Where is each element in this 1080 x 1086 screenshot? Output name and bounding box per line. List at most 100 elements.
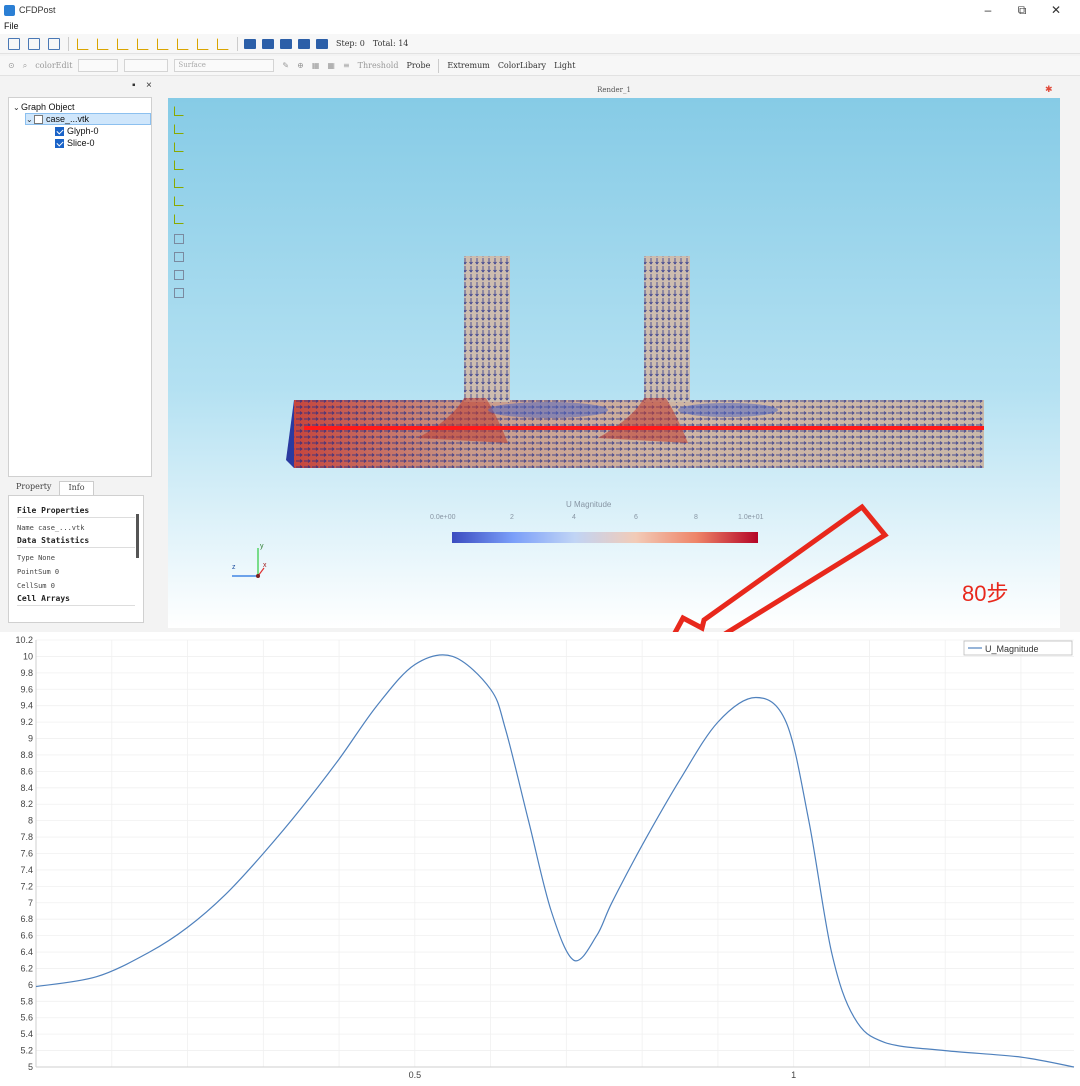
tree-item-file[interactable]: ⌄ case_...vtk <box>25 113 151 125</box>
clip-icon[interactable]: ✎ <box>282 61 289 70</box>
scalar-color-bar <box>452 532 758 543</box>
graph-object-tree: ⌄ Graph Object ⌄ case_...vtk Glyph-0 Sli… <box>8 97 152 477</box>
threshold-button[interactable]: Threshold <box>358 61 399 70</box>
axis-y-label: y <box>260 543 264 550</box>
y-tick-label: 7 <box>28 898 33 908</box>
cell-arrays-heading: Cell Arrays <box>17 594 135 606</box>
new-file-icon[interactable] <box>8 37 20 50</box>
total-label: Total: 14 <box>372 39 409 48</box>
info-cellsum: CellSum 0 <box>17 582 55 590</box>
y-tick-label: 6.6 <box>20 931 33 941</box>
y-tick-label: 7.8 <box>20 832 33 842</box>
save-file-icon[interactable] <box>48 37 60 50</box>
probe-button[interactable]: Probe <box>406 61 430 70</box>
menu-file[interactable]: File <box>4 21 19 31</box>
glyph-visibility-checkbox[interactable] <box>55 126 64 136</box>
color-edit-label: colorEdit <box>35 61 73 70</box>
y-tick-label: 8.6 <box>20 766 33 776</box>
reset-icon[interactable]: ⊙ <box>8 61 15 70</box>
color-library-button[interactable]: ColorLibary <box>498 61 546 70</box>
last-step-icon[interactable] <box>316 38 328 49</box>
y-tick-label: 8.4 <box>20 783 33 793</box>
y-tick-label: 10 <box>23 651 33 661</box>
view-back-icon[interactable] <box>197 37 209 50</box>
stream-icon[interactable]: ≡ <box>343 61 350 70</box>
y-tick-label: 6.4 <box>20 947 33 957</box>
step-annotation: 80步 <box>962 581 1009 606</box>
y-tick-label: 7.2 <box>20 881 33 891</box>
scalar-bar-label: 2 <box>510 514 514 521</box>
close-button[interactable]: ✕ <box>1042 2 1070 18</box>
main-toolbar: Step: 0 Total: 14 <box>0 34 1080 54</box>
file-properties-heading: File Properties <box>17 506 135 518</box>
play-icon[interactable] <box>280 38 292 49</box>
search-icon[interactable]: ⌕ <box>23 61 27 71</box>
view-yz-icon[interactable] <box>117 37 129 50</box>
file-visibility-checkbox[interactable] <box>34 114 43 124</box>
tab-info[interactable]: Info <box>59 481 94 495</box>
representation-select[interactable]: Surface <box>174 59 275 72</box>
y-tick-label: 7.6 <box>20 849 33 859</box>
scalar-bar-title: U Magnitude <box>566 500 612 509</box>
view-xy-icon[interactable] <box>97 37 109 50</box>
first-step-icon[interactable] <box>244 38 256 49</box>
window-title: CFDPost <box>19 5 56 15</box>
extremum-button[interactable]: Extremum <box>447 61 489 70</box>
component-select[interactable] <box>124 59 169 72</box>
view-xz-icon[interactable] <box>137 37 149 50</box>
scalar-bar-label: 4 <box>572 514 576 521</box>
y-tick-label: 9.8 <box>20 668 33 678</box>
menu-bar: File <box>0 20 1080 34</box>
y-tick-label: 6 <box>28 980 33 990</box>
data-statistics-heading: Data Statistics <box>17 536 135 548</box>
y-tick-label: 9.2 <box>20 717 33 727</box>
axis-x-label: x <box>263 562 267 569</box>
open-file-icon[interactable] <box>28 37 40 50</box>
tree-item-glyph[interactable]: Glyph-0 <box>55 125 99 137</box>
tree-root-label: Graph Object <box>21 102 75 112</box>
axes-triad <box>232 548 265 578</box>
chevron-down-icon[interactable]: ⌄ <box>13 103 21 112</box>
field-select[interactable] <box>78 59 119 72</box>
chevron-down-icon[interactable]: ⌄ <box>26 115 34 124</box>
close-render-icon[interactable]: ✱ <box>1045 84 1053 95</box>
info-name: Name case_...vtk <box>17 524 85 532</box>
restore-button[interactable]: ⧉ <box>1008 2 1036 18</box>
y-tick-label: 6.2 <box>20 963 33 973</box>
tree-glyph-label: Glyph-0 <box>67 126 99 136</box>
slice-visibility-checkbox[interactable] <box>55 138 64 148</box>
legend-label: U_Magnitude <box>985 644 1039 654</box>
tree-slice-label: Slice-0 <box>67 138 95 148</box>
fit-view-icon[interactable] <box>77 37 89 50</box>
panel-header: ▪ × <box>8 78 158 96</box>
info-panel: File Properties Name case_...vtk Data St… <box>8 495 144 623</box>
axis-z-label: z <box>232 564 236 571</box>
y-tick-label: 7.4 <box>20 865 33 875</box>
next-step-icon[interactable] <box>298 38 310 49</box>
scalar-bar-label: 0.0e+00 <box>430 514 456 521</box>
contour-icon[interactable]: ⊕ <box>297 61 304 70</box>
y-tick-label: 9.4 <box>20 701 33 711</box>
light-button[interactable]: Light <box>554 61 575 70</box>
y-tick-label: 8 <box>28 816 33 826</box>
slice-icon[interactable]: ▦ <box>312 61 320 70</box>
view-axis-icon[interactable] <box>217 37 229 50</box>
render-view[interactable]: y z x U Magnitude 0.0e+00 2 4 6 8 1.0e+0… <box>168 98 1060 628</box>
flow-domain-render <box>232 256 984 578</box>
title-bar: CFDPost – ⧉ ✕ <box>0 0 1080 20</box>
y-tick-label: 9 <box>28 734 33 744</box>
render-tab-title: Render_1 <box>597 86 631 94</box>
info-scrollbar[interactable] <box>136 514 139 558</box>
float-panel-icon[interactable]: ▪ <box>132 80 136 91</box>
cfdpost-window: CFDPost – ⧉ ✕ File Step: 0 Total: 14 ⊙ ⌕… <box>0 0 1080 632</box>
tree-root[interactable]: ⌄ Graph Object <box>13 101 75 113</box>
prev-step-icon[interactable] <box>262 38 274 49</box>
minimize-button[interactable]: – <box>974 2 1002 18</box>
tree-file-label: case_...vtk <box>46 114 90 124</box>
view-front-icon[interactable] <box>177 37 189 50</box>
view-iso-icon[interactable] <box>157 37 169 50</box>
tab-property[interactable]: Property <box>8 481 59 495</box>
close-panel-icon[interactable]: × <box>146 80 152 91</box>
tree-item-slice[interactable]: Slice-0 <box>55 137 95 149</box>
glyph-icon[interactable]: ▦ <box>327 61 335 70</box>
